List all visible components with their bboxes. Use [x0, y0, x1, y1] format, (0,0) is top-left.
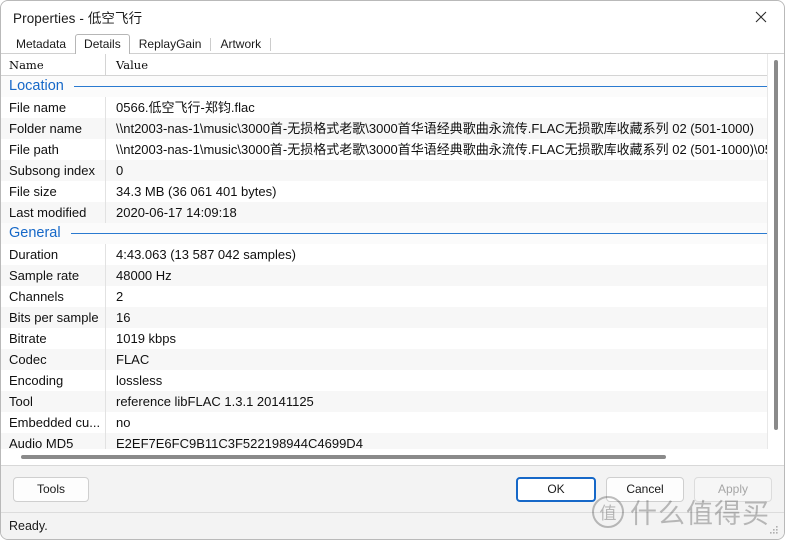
- row-name-cell: Sample rate: [1, 265, 106, 286]
- tab-divider-end: [270, 37, 272, 51]
- row-name-cell: Embedded cu...: [1, 412, 106, 433]
- row-name-cell: File size: [1, 181, 106, 202]
- close-icon[interactable]: [738, 1, 784, 33]
- horizontal-scrollbar-thumb[interactable]: [21, 455, 666, 459]
- row-value-cell: 48000 Hz: [116, 268, 172, 283]
- row-value-cell: 0: [116, 163, 124, 178]
- row-value-cell: 2: [116, 289, 124, 304]
- row-name-cell: File path: [1, 139, 106, 160]
- table-row[interactable]: File size 34.3 MB (36 061 401 bytes): [1, 181, 784, 202]
- table-row[interactable]: Last modified 2020-06-17 14:09:18: [1, 202, 784, 223]
- details-list-panel: Name Value Location File name 0566.低空飞行-郑钧…: [1, 54, 784, 466]
- status-bar: Ready.: [1, 512, 784, 539]
- row-name-cell: Tool: [1, 391, 106, 412]
- row-value-cell: 4:43.063 (13 587 042 samples): [116, 247, 296, 262]
- row-value-cell: reference libFLAC 1.3.1 20141125: [116, 394, 314, 409]
- row-name-cell: Duration: [1, 244, 106, 265]
- title-bar: Properties - 低空飞行: [1, 1, 784, 33]
- table-row[interactable]: Embedded cu... no: [1, 412, 784, 433]
- properties-window: Properties - 低空飞行 Metadata Details Repla…: [0, 0, 785, 540]
- cancel-button[interactable]: Cancel: [606, 476, 684, 502]
- row-value-cell: 34.3 MB (36 061 401 bytes): [116, 184, 277, 199]
- row-value-cell: \\nt2003-nas-1\music\3000首-无损格式老歌\3000首华…: [116, 142, 784, 157]
- section-rule: [73, 86, 770, 87]
- table-row[interactable]: File path \\nt2003-nas-1\music\3000首-无损格式…: [1, 139, 784, 160]
- row-name-cell: File name: [1, 97, 106, 118]
- section-label: General: [9, 225, 61, 241]
- horizontal-scrollbar[interactable]: [1, 449, 768, 465]
- table-row[interactable]: Folder name \\nt2003-nas-1\music\3000首-无损…: [1, 118, 784, 139]
- table-row[interactable]: Subsong index 0: [1, 160, 784, 181]
- row-value-cell: no: [116, 415, 131, 430]
- row-value-cell: FLAC: [116, 352, 150, 367]
- window-title: Properties - 低空飞行: [13, 11, 143, 26]
- vertical-scrollbar[interactable]: [767, 54, 784, 465]
- table-row[interactable]: Encoding lossless: [1, 370, 784, 391]
- section-header: General: [1, 223, 784, 244]
- row-name-cell: Encoding: [1, 370, 106, 391]
- column-header-name[interactable]: Name: [1, 54, 106, 75]
- tab-metadata[interactable]: Metadata: [7, 34, 75, 54]
- row-name-cell: Subsong index: [1, 160, 106, 181]
- button-bar: Tools OK Cancel Apply: [1, 466, 784, 512]
- table-row[interactable]: Tool reference libFLAC 1.3.1 20141125: [1, 391, 784, 412]
- list-header: Name Value: [1, 54, 784, 76]
- row-value-cell: 1019 kbps: [116, 331, 176, 346]
- table-row[interactable]: File name 0566.低空飞行-郑钧.flac: [1, 97, 784, 118]
- row-value-cell: 2020-06-17 14:09:18: [116, 205, 237, 220]
- row-name-cell: Codec: [1, 349, 106, 370]
- row-name-cell: Bitrate: [1, 328, 106, 349]
- row-name-cell: Bits per sample: [1, 307, 106, 328]
- status-text: Ready.: [9, 519, 48, 533]
- dialog-actions: OK Cancel Apply: [516, 476, 772, 502]
- ok-button[interactable]: OK: [516, 476, 596, 502]
- tab-artwork[interactable]: Artwork: [211, 34, 270, 54]
- section-label: Location: [9, 78, 64, 94]
- tools-button[interactable]: Tools: [13, 476, 89, 502]
- section-header: Location: [1, 76, 784, 97]
- details-rows: Location File name 0566.低空飞行-郑钧.flac Folder…: [1, 76, 784, 465]
- vertical-scrollbar-thumb[interactable]: [774, 60, 778, 430]
- table-row[interactable]: Bitrate 1019 kbps: [1, 328, 784, 349]
- row-value-cell: \\nt2003-nas-1\music\3000首-无损格式老歌\3000首华…: [116, 121, 754, 136]
- tab-details[interactable]: Details: [75, 34, 130, 54]
- row-name-cell: Channels: [1, 286, 106, 307]
- row-name-cell: Folder name: [1, 118, 106, 139]
- section-rule: [70, 233, 770, 234]
- tab-replaygain[interactable]: ReplayGain: [130, 34, 211, 54]
- row-value-cell: lossless: [116, 373, 163, 388]
- apply-button: Apply: [694, 476, 772, 502]
- row-value-cell: 16: [116, 310, 131, 325]
- column-header-value[interactable]: Value: [106, 54, 784, 75]
- tab-strip: Metadata Details ReplayGain Artwork: [1, 33, 784, 54]
- resize-grip-icon[interactable]: [768, 524, 780, 536]
- table-row[interactable]: Duration 4:43.063 (13 587 042 samples): [1, 244, 784, 265]
- table-row[interactable]: Bits per sample 16: [1, 307, 784, 328]
- table-row[interactable]: Channels 2: [1, 286, 784, 307]
- table-row[interactable]: Sample rate 48000 Hz: [1, 265, 784, 286]
- table-row[interactable]: Codec FLAC: [1, 349, 784, 370]
- row-value-cell: 0566.低空飞行-郑钧.flac: [116, 100, 255, 115]
- row-name-cell: Last modified: [1, 202, 106, 223]
